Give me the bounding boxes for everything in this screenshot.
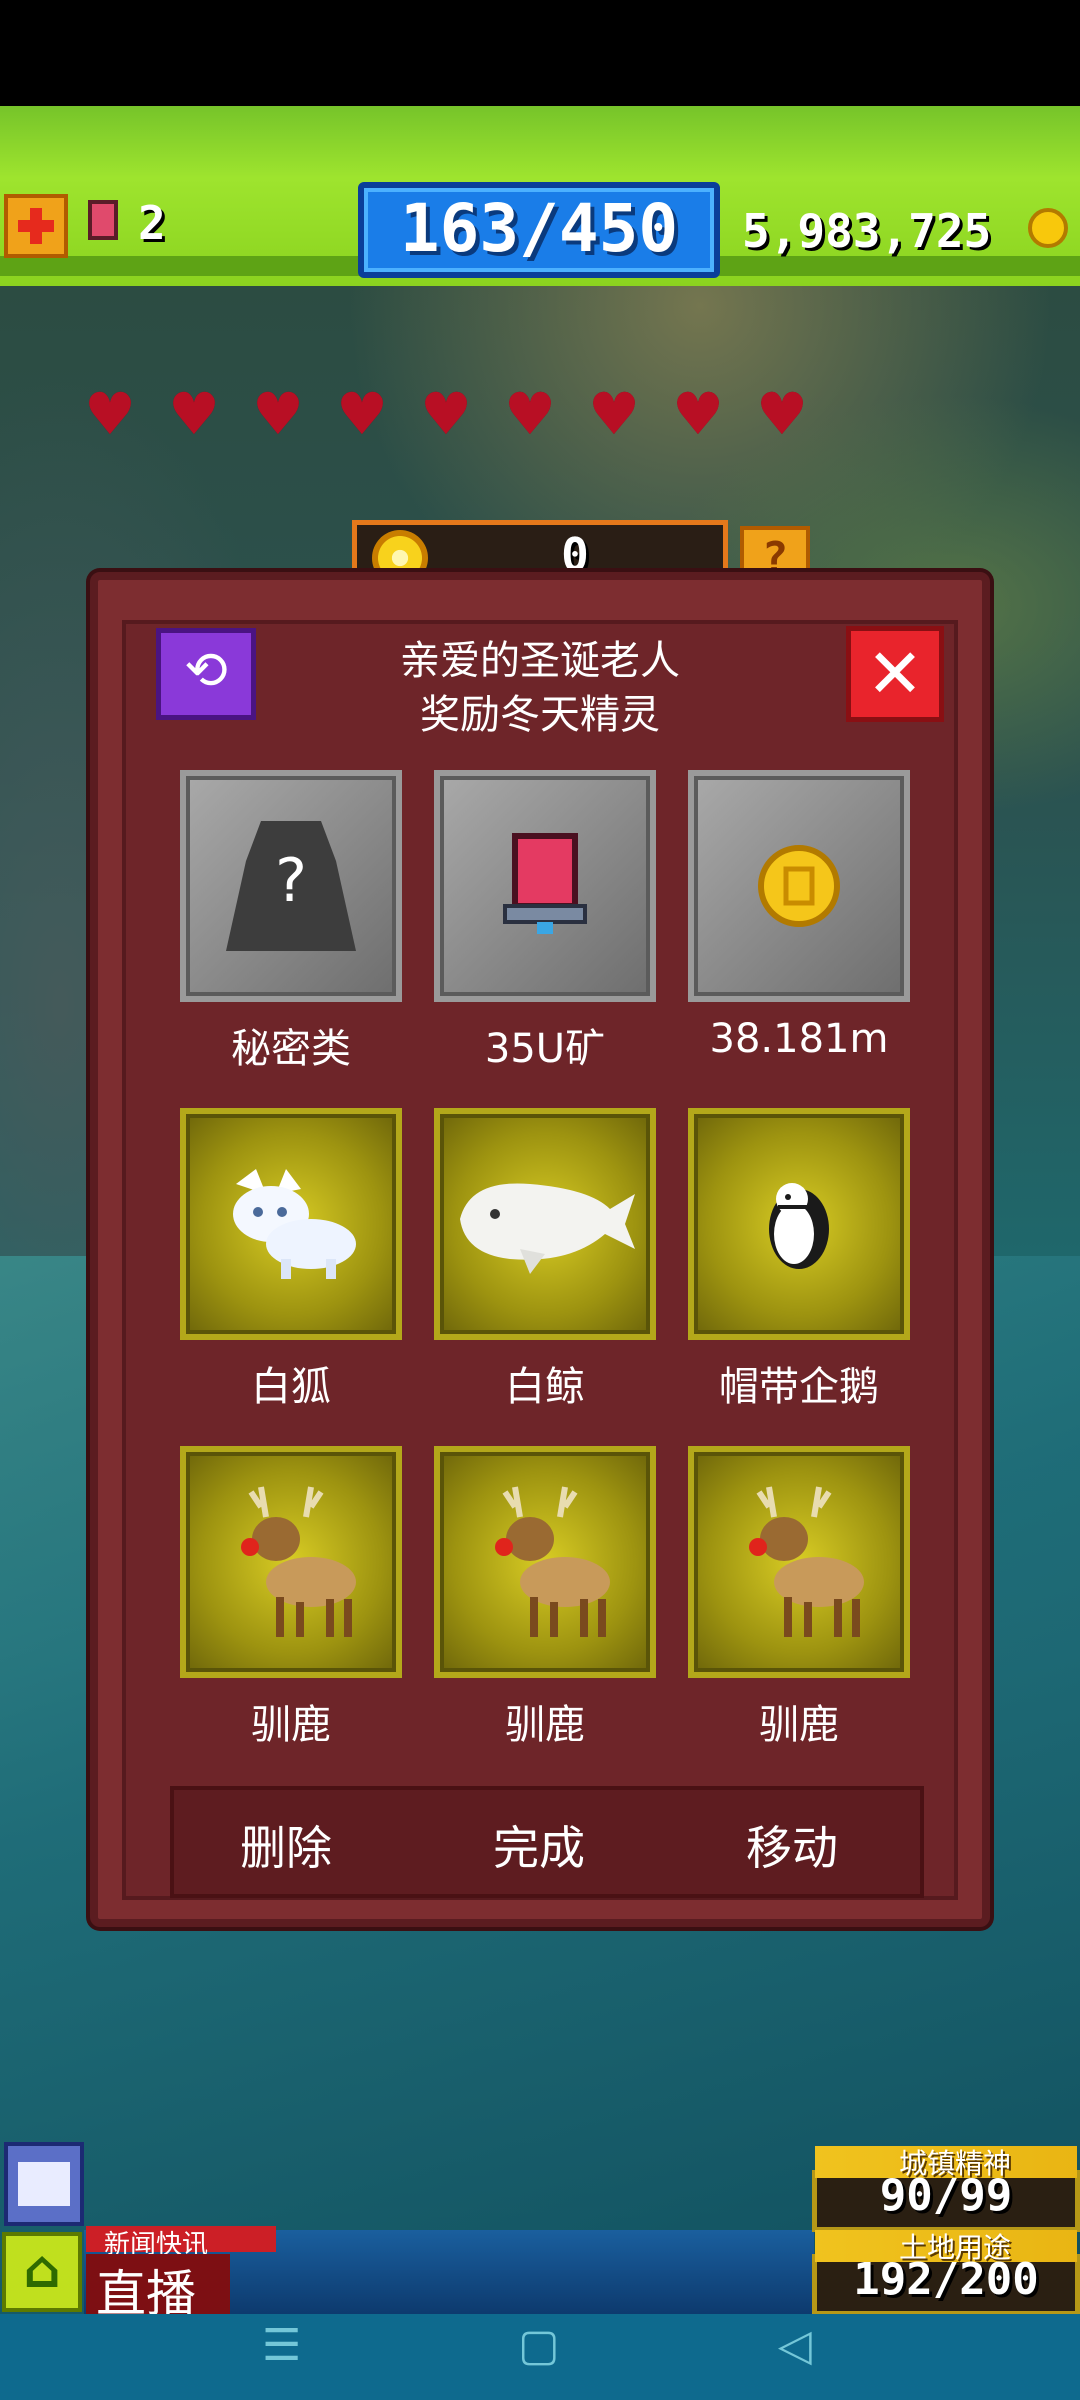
add-bux-button[interactable] xyxy=(4,194,68,258)
home-nav-icon[interactable]: ▢ xyxy=(518,2320,560,2371)
heart-icon: ♥ xyxy=(168,380,220,448)
bux-icon xyxy=(88,200,118,240)
item-label: 35U矿 xyxy=(484,1026,606,1072)
heart-icon: ♥ xyxy=(420,380,472,448)
home-button[interactable]: ⌂ xyxy=(2,2232,82,2312)
item-label: 白狐 xyxy=(251,1364,331,1410)
population-value: 163/450 xyxy=(399,190,679,267)
item-label: 白鲸 xyxy=(505,1364,585,1410)
bux-bell-icon xyxy=(440,776,650,996)
hearts-row: ♥ ♥ ♥ ♥ ♥ ♥ ♥ ♥ ♥ xyxy=(84,380,844,448)
population-display[interactable]: 163/450 xyxy=(358,182,720,278)
panel-title-line1: 亲爱的圣诞老人 xyxy=(400,638,680,684)
heart-icon: ♥ xyxy=(336,380,388,448)
reward-item-coins[interactable] xyxy=(688,770,910,1002)
heart-icon: ♥ xyxy=(588,380,640,448)
bux-count: 2 xyxy=(138,196,166,250)
reward-item-white-whale[interactable] xyxy=(434,1108,656,1340)
rotate-icon: ⟲ xyxy=(184,641,228,701)
item-label: 驯鹿 xyxy=(251,1702,331,1748)
reward-item-white-fox[interactable] xyxy=(180,1108,402,1340)
reindeer-icon xyxy=(186,1452,396,1672)
white-fox-icon xyxy=(186,1114,396,1334)
town-spirit-value: 90/99 xyxy=(879,2170,1013,2221)
item-label: 秘密类 xyxy=(231,1026,351,1072)
item-label: 帽带企鹅 xyxy=(719,1364,879,1410)
item-label: 驯鹿 xyxy=(759,1702,839,1748)
heart-icon: ♥ xyxy=(672,380,724,448)
mystery-silhouette-icon: ? xyxy=(186,776,396,996)
heart-icon: ♥ xyxy=(504,380,556,448)
home-icon: ⌂ xyxy=(23,2240,61,2300)
panel-title-line2: 奖励冬天精灵 xyxy=(420,692,660,738)
reward-item-reindeer[interactable] xyxy=(688,1446,910,1678)
coin-icon xyxy=(1028,208,1068,248)
item-label: 驯鹿 xyxy=(505,1702,585,1748)
reindeer-icon xyxy=(694,1452,904,1672)
heart-icon: ♥ xyxy=(84,380,136,448)
coin-count: 5,983,725 xyxy=(742,204,992,258)
white-whale-icon xyxy=(440,1114,650,1334)
land-use-value: 192/200 xyxy=(853,2254,1039,2305)
done-button[interactable]: 完成 xyxy=(413,1812,665,1878)
item-label: 38.181m xyxy=(709,1016,889,1062)
coin-icon xyxy=(694,776,904,996)
svg-text:?: ? xyxy=(275,846,307,916)
reindeer-icon xyxy=(440,1452,650,1672)
heart-icon: ♥ xyxy=(252,380,304,448)
reward-item-reindeer[interactable] xyxy=(434,1446,656,1678)
reward-item-penguin[interactable] xyxy=(688,1108,910,1340)
calendar-icon[interactable] xyxy=(4,2142,84,2226)
delete-button[interactable]: 删除 xyxy=(160,1812,412,1878)
status-bar xyxy=(0,0,1080,106)
close-icon: ✕ xyxy=(866,635,924,714)
back-icon[interactable]: ◁ xyxy=(778,2320,812,2371)
heart-icon: ♥ xyxy=(756,380,808,448)
move-button[interactable]: 移动 xyxy=(666,1812,918,1878)
reward-item-mystery[interactable]: ? xyxy=(180,770,402,1002)
reward-item-reindeer[interactable] xyxy=(180,1446,402,1678)
penguin-icon xyxy=(694,1114,904,1334)
reward-item-bux[interactable] xyxy=(434,770,656,1002)
news-tag: 新闻快讯 xyxy=(86,2226,276,2260)
close-button[interactable]: ✕ xyxy=(846,626,944,722)
panel-title: 亲爱的圣诞老人 奖励冬天精灵 xyxy=(290,634,790,742)
recent-apps-icon[interactable]: ☰ xyxy=(262,2320,301,2371)
rotate-button[interactable]: ⟲ xyxy=(156,628,256,720)
news-live-badge: 直播 xyxy=(86,2254,230,2323)
